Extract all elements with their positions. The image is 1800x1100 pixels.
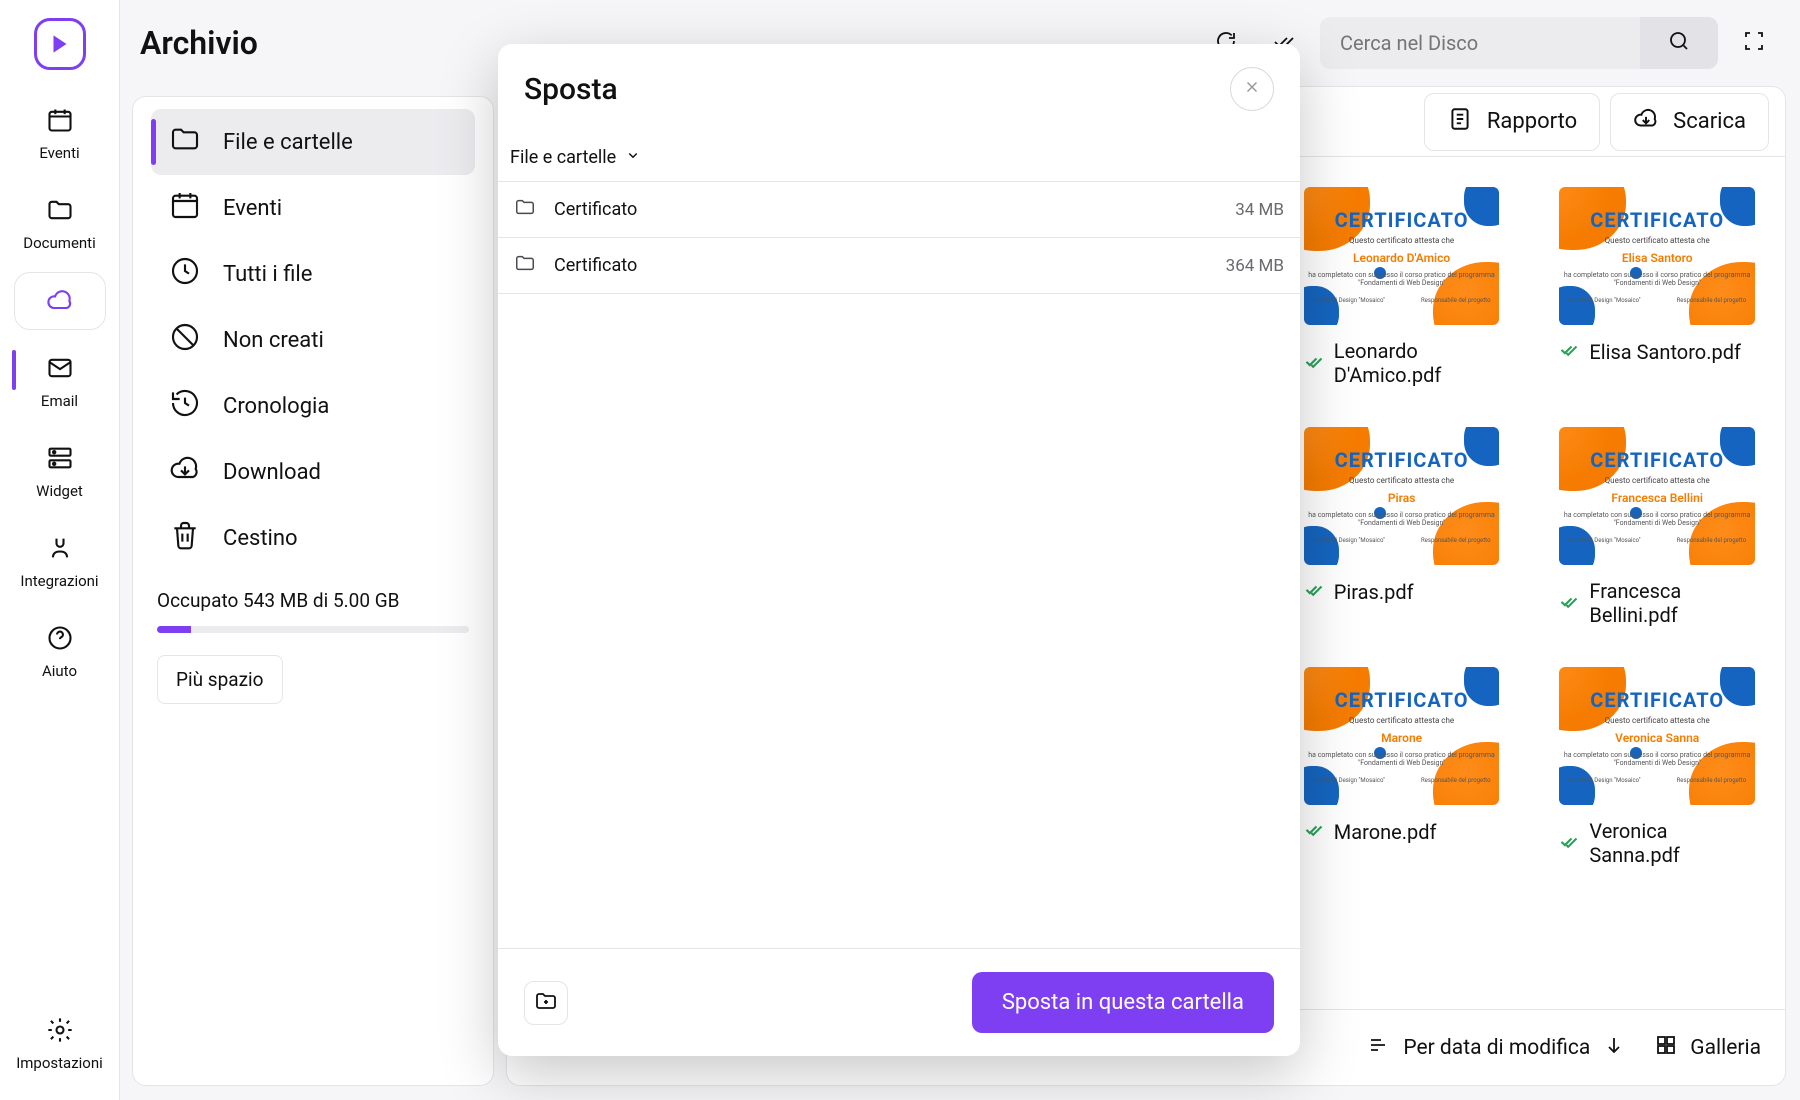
folder-row[interactable]: Certificato 34 MB bbox=[498, 182, 1300, 238]
modal-breadcrumb[interactable]: File e cartelle bbox=[498, 134, 1300, 182]
folder-icon bbox=[514, 196, 536, 223]
move-modal: Sposta File e cartelle Certificato 34 MB… bbox=[498, 44, 1300, 1056]
folder-row[interactable]: Certificato 364 MB bbox=[498, 238, 1300, 294]
modal-overlay: Sposta File e cartelle Certificato 34 MB… bbox=[0, 0, 1800, 1100]
close-icon bbox=[1243, 78, 1261, 100]
chevron-down-icon bbox=[624, 146, 642, 169]
folder-name: Certificato bbox=[554, 255, 637, 276]
folder-icon bbox=[514, 252, 536, 279]
breadcrumb-label: File e cartelle bbox=[510, 147, 616, 168]
folder-name: Certificato bbox=[554, 199, 637, 220]
modal-title: Sposta bbox=[524, 72, 618, 107]
new-folder-button[interactable] bbox=[524, 981, 568, 1025]
modal-folder-list: Certificato 34 MB Certificato 364 MB bbox=[498, 182, 1300, 948]
folder-size: 34 MB bbox=[1235, 200, 1284, 220]
folder-plus-icon bbox=[534, 989, 558, 1017]
modal-header: Sposta bbox=[498, 44, 1300, 134]
modal-footer: Sposta in questa cartella bbox=[498, 948, 1300, 1056]
move-here-button[interactable]: Sposta in questa cartella bbox=[972, 972, 1274, 1033]
folder-size: 364 MB bbox=[1226, 256, 1284, 276]
close-button[interactable] bbox=[1230, 67, 1274, 111]
